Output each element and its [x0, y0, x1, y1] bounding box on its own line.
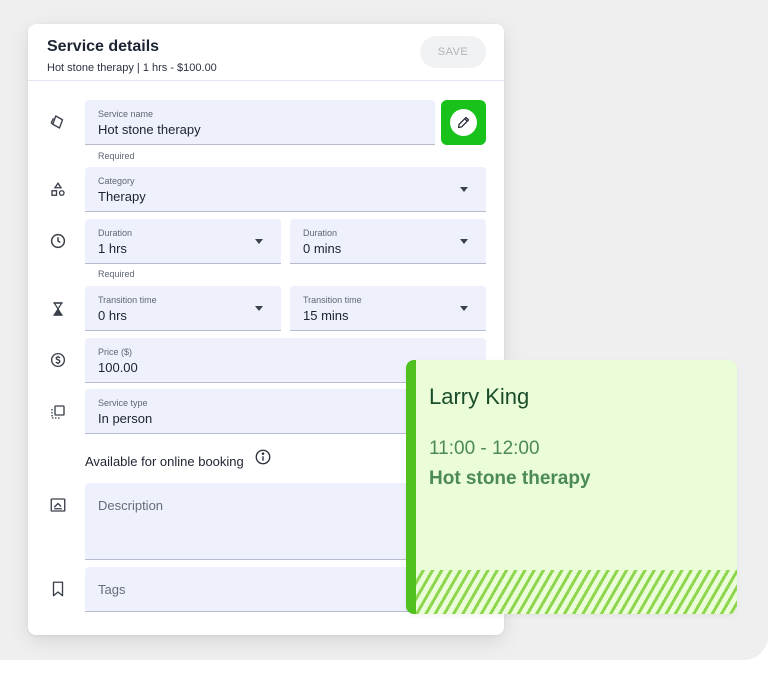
duration-minutes-label: Duration	[303, 228, 338, 238]
chevron-down-icon	[460, 239, 468, 244]
service-name-value: Hot stone therapy	[98, 122, 201, 137]
chevron-down-icon	[460, 306, 468, 311]
pencil-icon	[450, 109, 477, 136]
transition-hours-select[interactable]: Transition time 0 hrs	[85, 286, 281, 331]
duration-hours-select[interactable]: Duration 1 hrs	[85, 219, 281, 264]
transition-hours-label: Transition time	[98, 295, 157, 305]
appointment-service: Hot stone therapy	[429, 468, 591, 489]
category-label: Category	[98, 176, 135, 186]
service-type-icon	[48, 402, 68, 422]
service-name-field[interactable]: Service name Hot stone therapy	[85, 100, 435, 145]
edit-name-button[interactable]	[441, 100, 486, 145]
duration-helper: Required	[98, 269, 135, 279]
price-label: Price ($)	[98, 347, 133, 357]
clock-icon	[48, 231, 68, 251]
service-type-label: Service type	[98, 398, 148, 408]
info-icon[interactable]	[254, 448, 272, 466]
shapes-icon	[48, 180, 68, 200]
service-summary: Hot stone therapy | 1 hrs - $100.00	[47, 62, 217, 74]
description-placeholder: Description	[98, 498, 164, 513]
category-value: Therapy	[98, 189, 146, 204]
description-icon	[48, 495, 68, 515]
price-value: 100.00	[98, 360, 138, 375]
summary-duration-price: 1 hrs - $100.00	[142, 62, 217, 74]
service-type-value: In person	[98, 411, 153, 426]
chevron-down-icon	[460, 187, 468, 192]
category-select[interactable]: Category Therapy	[85, 167, 486, 212]
dollar-icon	[48, 350, 68, 370]
duration-hours-value: 1 hrs	[98, 241, 127, 256]
transition-minutes-label: Transition time	[303, 295, 362, 305]
page-title: Service details	[47, 38, 160, 55]
transition-minutes-select[interactable]: Transition time 15 mins	[290, 286, 486, 331]
appointment-time: 11:00 - 12:00	[429, 438, 540, 459]
duration-hours-label: Duration	[98, 228, 133, 238]
duration-minutes-select[interactable]: Duration 0 mins	[290, 219, 486, 264]
header-divider	[28, 80, 504, 81]
transition-minutes-value: 15 mins	[303, 308, 349, 323]
appointment-card[interactable]: Larry King 11:00 - 12:00 Hot stone thera…	[406, 360, 737, 614]
chevron-down-icon	[255, 239, 263, 244]
bookmark-icon	[48, 579, 68, 599]
tag-icon	[48, 112, 68, 132]
hourglass-icon	[48, 299, 68, 319]
summary-service: Hot stone therapy |	[47, 62, 143, 74]
appointment-color-bar	[406, 360, 416, 614]
tags-placeholder: Tags	[98, 582, 126, 597]
online-booking-label: Available for online booking	[85, 454, 244, 469]
duration-minutes-value: 0 mins	[303, 241, 342, 256]
save-button[interactable]: SAVE	[420, 36, 486, 68]
chevron-down-icon	[255, 306, 263, 311]
service-name-helper: Required	[98, 151, 135, 161]
transition-hours-value: 0 hrs	[98, 308, 127, 323]
transition-time-stripes	[416, 570, 737, 614]
appointment-client-name: Larry King	[429, 384, 530, 409]
service-name-label: Service name	[98, 109, 154, 119]
